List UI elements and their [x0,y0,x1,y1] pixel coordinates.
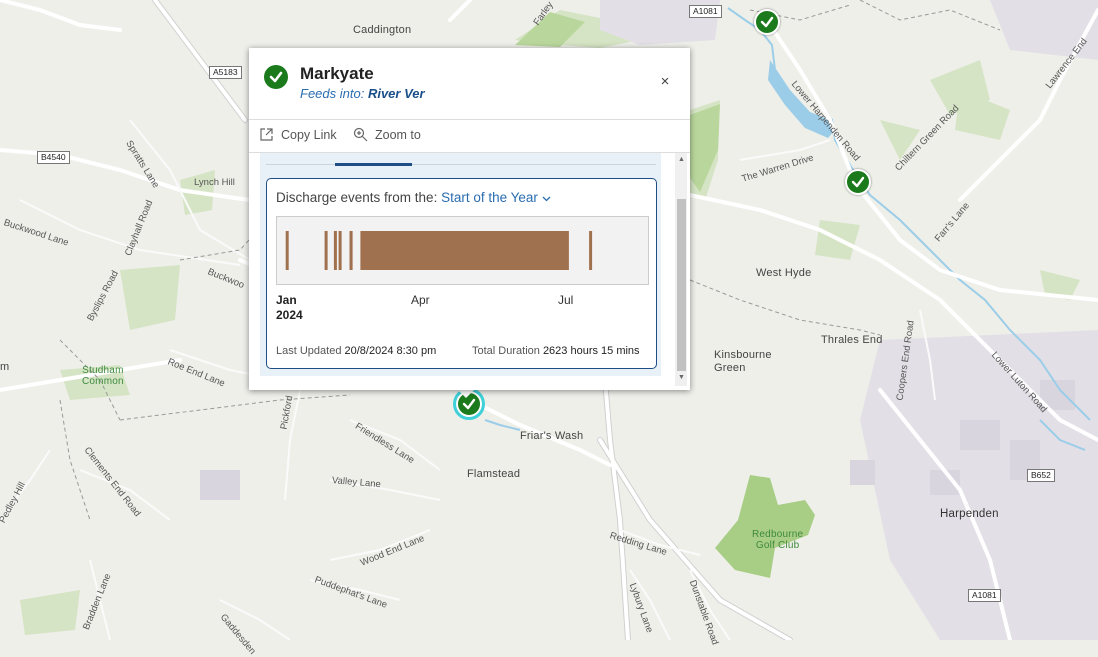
road-shield: A1081 [968,589,1001,602]
popup-scrollbar[interactable]: ▲ ▼ [675,153,687,386]
tab-strip [266,164,656,165]
zoom-to-label: Zoom to [375,128,421,142]
scroll-down-icon[interactable]: ▼ [677,373,686,383]
discharge-event-bar [589,231,593,270]
popup-toolbar: Copy Link Zoom to [249,120,690,153]
chart-heading-text: Discharge events from the: [276,190,438,205]
place-label: Thrales End [821,334,883,346]
popup-pointer [457,389,475,398]
road-shield: A5183 [209,66,242,79]
popup-title: Markyate [300,64,374,83]
timeline-svg [285,231,593,270]
discharge-card: Discharge events from the: Start of the … [266,178,657,369]
total-duration-label: Total Duration [472,345,540,357]
last-updated: Last Updated 20/8/2024 8:30 pm [276,345,436,357]
discharge-event-bar [360,231,569,270]
share-icon [260,128,273,141]
copy-link-button[interactable]: Copy Link [259,127,337,142]
popup-body: Discharge events from the: Start of the … [249,153,690,390]
zoom-to-button[interactable]: Zoom to [353,127,421,142]
total-duration-value: 2623 hours 15 mins [542,345,640,357]
period-dropdown-value: Start of the Year [441,190,538,205]
outfall-marker[interactable] [845,169,871,195]
period-dropdown[interactable]: Start of the Year [441,190,551,205]
place-label: Kinsbourne Green [714,349,772,374]
feeds-prefix: Feeds into: [300,86,365,101]
road-shield: A1081 [689,5,722,18]
popup-header: Markyate Feeds into: River Ver × [249,48,690,120]
place-label: West Hyde [756,267,812,279]
road-label: Lynch Hill [194,177,235,188]
feeds-into: Feeds into: River Ver [300,86,425,101]
outfall-marker[interactable] [754,9,780,35]
last-updated-value: 20/8/2024 8:30 pm [344,345,437,357]
discharge-event-bar [333,231,337,270]
discharge-event-bar [285,231,289,270]
status-check-icon [264,65,288,89]
place-label: m [0,361,10,373]
road-shield: B652 [1027,469,1055,482]
check-icon [851,176,865,188]
x-tick-apr: Apr [411,293,430,307]
chart-heading: Discharge events from the: Start of the … [276,190,551,205]
x-tick-jan: Jan 2024 [276,293,303,323]
close-button[interactable]: × [656,73,674,91]
discharge-event-bar [324,231,328,270]
discharge-timeline-chart [276,216,649,285]
feature-popup: Markyate Feeds into: River Ver × Copy Li… [249,48,690,390]
place-label: Caddington [353,24,412,36]
scroll-up-icon[interactable]: ▲ [677,155,686,165]
place-label: Flamstead [467,468,521,480]
last-updated-label: Last Updated [276,345,342,357]
x-tick-jul: Jul [558,293,574,307]
check-icon [462,398,476,410]
check-icon [760,16,774,28]
tab-active-indicator[interactable] [335,163,412,166]
discharge-event-bar [349,231,353,270]
place-label: Friar's Wash [520,430,584,442]
discharge-event-bar [338,231,342,270]
x-tick-label: Jan [276,293,297,307]
zoom-in-icon [353,127,368,142]
road-shield: B4540 [37,151,70,164]
popup-content: Discharge events from the: Start of the … [260,153,661,376]
place-label: Redbourne Golf Club [752,529,804,551]
place-label: Harpenden [940,508,999,520]
x-tick-sub: 2024 [276,308,303,322]
place-label: Studham Common [82,365,124,387]
chevron-down-icon [542,196,551,202]
total-duration: Total Duration 2623 hours 15 mins [472,345,640,357]
scrollbar-thumb[interactable] [677,199,686,371]
copy-link-label: Copy Link [281,128,337,142]
feeds-river: River Ver [367,86,425,101]
